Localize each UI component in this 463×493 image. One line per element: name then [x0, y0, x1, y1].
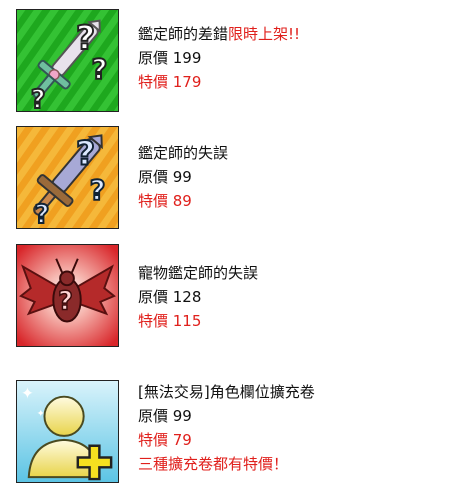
sale-price: 特價 115	[138, 312, 202, 330]
svg-text:?: ?	[76, 18, 95, 57]
item-name: 鑑定師的失誤	[138, 144, 229, 162]
character-slot-plus-icon: ✦ ✦	[16, 380, 119, 483]
original-price: 原價 128	[138, 288, 202, 306]
product-item: ? ? ? 鑑定師的失誤 原價 99 特價 89	[16, 126, 456, 229]
original-price: 原價 199	[138, 49, 202, 67]
sale-price: 特價 179	[138, 73, 202, 91]
svg-text:?: ?	[58, 287, 73, 317]
red-winged-question-icon: ?	[16, 244, 119, 347]
orange-sword-question-icon: ? ? ?	[16, 126, 119, 229]
svg-text:?: ?	[35, 200, 50, 228]
green-sword-question-icon: ? ? ?	[16, 9, 119, 112]
svg-text:?: ?	[31, 85, 46, 111]
original-price: 原價 99	[138, 168, 192, 186]
product-item: ✦ ✦ [無法交易]角色欄位擴充卷 原價 99 特價 79 三種擴充卷都有特價！	[16, 380, 456, 483]
item-name: [無法交易]角色欄位擴充卷	[138, 383, 315, 401]
item-name: 鑑定師的差錯限時上架!!	[138, 25, 301, 43]
svg-text:?: ?	[92, 55, 108, 86]
svg-text:?: ?	[76, 133, 95, 172]
original-price: 原價 99	[138, 407, 192, 425]
item-name: 寵物鑑定師的失誤	[138, 264, 259, 282]
product-item: ? ? ? 鑑定師的差錯限時上架!! 原價 199 特價 179	[16, 9, 456, 112]
svg-text:✦: ✦	[21, 384, 34, 403]
promo-note: 三種擴充卷都有特價！	[138, 455, 289, 473]
product-item: ? 寵物鑑定師的失誤 原價 128 特價 115	[16, 244, 456, 347]
svg-text:?: ?	[90, 176, 106, 207]
sale-price: 特價 79	[138, 431, 192, 449]
limited-tag: 限時上架!!	[228, 25, 301, 43]
sale-price: 特價 89	[138, 192, 192, 210]
